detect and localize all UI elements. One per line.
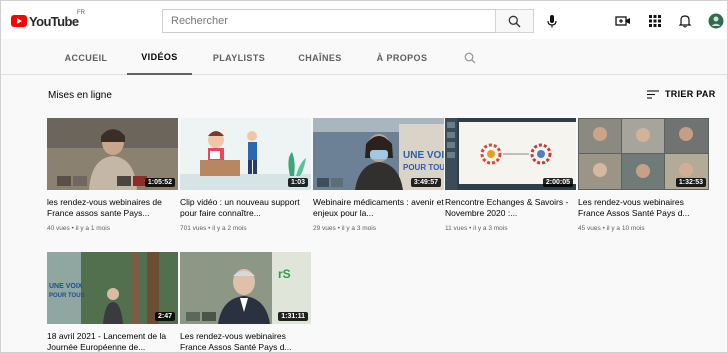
thumbnail-une-voix: UNE VOIX <box>403 150 444 161</box>
video-duration: 2:47 <box>154 312 175 321</box>
video-meta: 29 vues • il y a 3 mois <box>313 225 376 232</box>
video-duration: 2:00:05 <box>542 178 573 187</box>
video-meta: 40 vues • il y a 1 mois <box>47 225 110 232</box>
sort-button[interactable]: TRIER PAR <box>647 89 716 99</box>
microphone-icon <box>547 15 557 28</box>
tab-accueil[interactable]: ACCUEIL <box>58 41 114 75</box>
thumbnail-une-voix: UNE VOIX <box>49 283 83 290</box>
video-duration: 3:49:57 <box>410 178 441 187</box>
video-title[interactable]: Clip vidéo : un nouveau support pour fai… <box>180 197 311 219</box>
video-title[interactable]: 18 avril 2021 - Lancement de la Journée … <box>47 331 178 352</box>
search-box[interactable] <box>162 9 495 33</box>
video-duration: 1:05:52 <box>144 178 175 187</box>
video-title[interactable]: Les rendez-vous webinaires France Assos … <box>180 331 311 352</box>
video-card[interactable]: UNE VOIX POUR TOUS 2:47 18 avril 2021 - … <box>47 252 178 352</box>
search-icon <box>508 15 521 27</box>
video-duration: 1:32:53 <box>675 178 706 187</box>
video-card[interactable]: UNE VOIX POUR TOUS 3:49:57 Webinaire méd… <box>313 118 444 232</box>
sort-label: TRIER PAR <box>665 89 716 99</box>
video-card[interactable]: 2:00:05 Rencontre Echanges & Savoirs - N… <box>445 118 576 232</box>
channel-tabs: ACCUEIL VIDÉOS PLAYLISTS CHAÎNES À PROPO… <box>1 41 727 75</box>
thumbnail-rs-text: rS <box>278 267 291 281</box>
video-card[interactable]: 1:32:53 Les rendez-vous webinaires Franc… <box>578 118 709 232</box>
video-card[interactable]: 1:03 Clip vidéo : un nouveau support pou… <box>180 118 311 232</box>
video-duration: 1:31:11 <box>278 312 308 321</box>
video-meta: 701 vues • il y a 2 mois <box>180 225 247 232</box>
thumbnail-pour-tous: POUR TOUS <box>49 293 85 299</box>
section-title: Mises en ligne <box>48 90 112 101</box>
video-card[interactable]: 1:05:52 les rendez-vous webinaires de Fr… <box>47 118 178 232</box>
thumbnail-pour-tous: POUR TOUS <box>403 163 444 172</box>
video-thumbnail[interactable]: UNE VOIX POUR TOUS 2:47 <box>47 252 178 324</box>
tab-videos[interactable]: VIDÉOS <box>127 41 192 75</box>
video-thumbnail[interactable]: 1:05:52 <box>47 118 178 190</box>
youtube-window: YouTube FR ACCUEIL <box>0 0 728 353</box>
masthead: YouTube FR <box>1 1 727 39</box>
video-thumbnail[interactable]: 2:00:05 <box>445 118 576 190</box>
logo-country-code: FR <box>77 10 85 16</box>
video-thumbnail[interactable]: 1:03 <box>180 118 311 190</box>
logo-text: YouTube <box>29 13 79 29</box>
notifications-button[interactable] <box>675 11 695 31</box>
tab-a-propos[interactable]: À PROPOS <box>369 41 435 75</box>
apps-button[interactable] <box>645 11 665 31</box>
account-avatar-button[interactable] <box>706 11 726 31</box>
video-title[interactable]: Webinaire médicaments : avenir et enjeux… <box>313 197 444 219</box>
apps-grid-icon <box>649 15 661 27</box>
channel-search-button[interactable] <box>464 51 476 69</box>
video-title[interactable]: les rendez-vous webinaires de France ass… <box>47 197 178 219</box>
youtube-logo[interactable]: YouTube FR <box>11 10 85 30</box>
video-meta: 45 vues • il y a 10 mois <box>578 225 645 232</box>
avatar-icon <box>708 13 724 29</box>
tab-chaines[interactable]: CHAÎNES <box>291 41 349 75</box>
video-thumbnail[interactable]: rS 1:31:11 <box>180 252 311 324</box>
search-button[interactable] <box>495 9 534 33</box>
sort-icon <box>647 89 659 99</box>
bell-icon <box>679 15 691 28</box>
video-card[interactable]: rS 1:31:11 Les rendez-vous webinaires Fr… <box>180 252 311 352</box>
video-title[interactable]: Les rendez-vous webinaires France Assos … <box>578 197 709 219</box>
tab-playlists[interactable]: PLAYLISTS <box>206 41 272 75</box>
video-thumbnail[interactable]: UNE VOIX POUR TOUS 3:49:57 <box>313 118 444 190</box>
video-duration: 1:03 <box>287 178 308 187</box>
search-input[interactable] <box>163 10 495 32</box>
youtube-play-icon <box>11 15 27 27</box>
search-icon <box>464 52 476 64</box>
voice-search-button[interactable] <box>542 11 562 31</box>
create-video-button[interactable] <box>613 11 633 31</box>
video-thumbnail[interactable]: 1:32:53 <box>578 118 709 190</box>
video-meta: 11 vues • il y a 3 mois <box>445 225 508 232</box>
video-camera-plus-icon <box>615 16 630 26</box>
video-title[interactable]: Rencontre Echanges & Savoirs - Novembre … <box>445 197 576 219</box>
